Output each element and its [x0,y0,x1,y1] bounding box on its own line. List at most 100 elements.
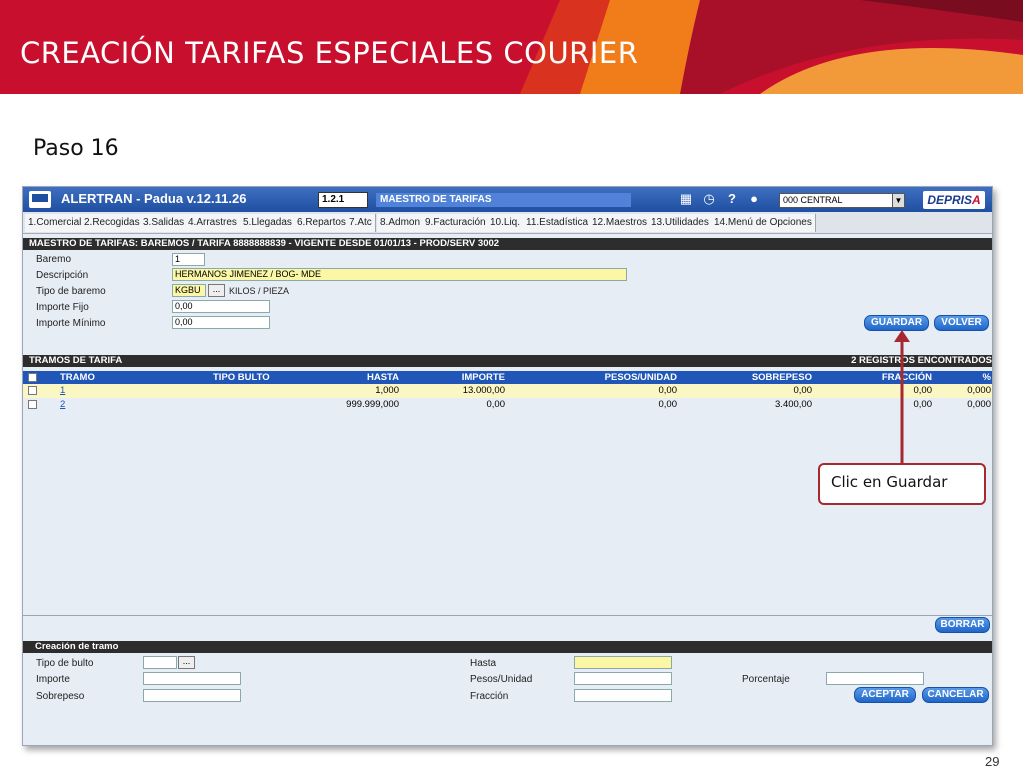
menu-item-menu-opciones[interactable]: 14.Menú de Opciones [711,214,816,232]
cell-importe: 13.000,00 [462,385,505,396]
col-hasta[interactable]: HASTA [323,371,399,384]
porcentaje-field[interactable] [826,672,924,685]
col-tipo-bulto[interactable]: TIPO BULTO [213,371,270,384]
tipo-baremo-lookup-button[interactable]: ... [208,284,225,297]
branch-select[interactable]: 000 CENTRAL ▼ [779,193,905,208]
menu-item-admon[interactable]: 8.Admon [377,214,425,232]
importe-fijo-field[interactable]: 0,00 [172,300,270,313]
help-icon[interactable]: ? [725,192,739,206]
row-checkbox[interactable] [28,386,37,395]
cell-pesos-unidad: 0,00 [658,399,678,410]
maestro-section-header: MAESTRO DE TARIFAS: BAREMOS / TARIFA 888… [23,238,992,250]
tramo-link[interactable]: 1 [60,384,65,398]
tramos-table-header: TRAMO TIPO BULTO HASTA IMPORTE PESOS/UNI… [23,371,992,384]
brand-logo-text: DEPRIS [927,193,972,207]
sobrepeso-label: Sobrepeso [36,691,85,702]
baremo-label: Baremo [36,254,72,265]
menu-item-facturacion[interactable]: 9.Facturación [422,214,490,232]
header-banner: CREACIÓN TARIFAS ESPECIALES COURIER [0,0,1023,94]
tramos-record-count: 2 REGISTROS ENCONTRADOS [851,355,992,366]
chevron-down-icon[interactable]: ▼ [892,194,904,207]
cell-sobrepeso: 0,00 [793,385,813,396]
tipo-baremo-label: Tipo de baremo [36,286,106,297]
importe-fijo-label: Importe Fijo [36,302,89,313]
select-all-checkbox[interactable] [28,373,37,382]
menu-item-recogidas[interactable]: 2.Recogidas [81,214,144,232]
menu-item-llegadas[interactable]: 5.Llegadas [240,214,296,232]
col-percent[interactable]: % [953,371,991,384]
cell-percent: 0,000 [967,399,991,410]
user-icon[interactable]: ● [747,192,761,206]
app-titlebar: ALERTRAN - Padua v.12.11.26 1.2.1 MAESTR… [23,187,992,212]
table-row[interactable]: 1 1,000 13.000,00 0,00 0,00 0,00 0,000 [23,384,992,398]
module-title: MAESTRO DE TARIFAS [376,193,631,207]
cancelar-button[interactable]: CANCELAR [922,687,989,703]
cell-fraccion: 0,00 [913,385,933,396]
tramos-title: TRAMOS DE TARIFA [29,355,123,366]
porcentaje-label: Porcentaje [742,674,790,685]
cell-sobrepeso: 3.400,00 [775,399,812,410]
menu-item-repartos[interactable]: 6.Repartos [294,214,350,232]
table-row[interactable]: 2 999.999,000 0,00 0,00 3.400,00 0,00 0,… [23,398,992,412]
divider [23,615,992,616]
main-menu: 1.Comercial 2.Recogidas 3.Salidas 4.Arra… [23,212,992,234]
hasta-field[interactable] [574,656,672,669]
clock-icon[interactable]: ◷ [702,192,716,206]
transaction-code-input[interactable]: 1.2.1 [318,192,368,208]
menu-item-arrastres[interactable]: 4.Arrastres [185,214,241,232]
app-icon [29,191,51,208]
descripcion-label: Descripción [36,270,89,281]
fraccion-label: Fracción [470,691,509,702]
cell-importe: 0,00 [486,399,506,410]
app-title: ALERTRAN - Padua v.12.11.26 [61,191,247,206]
guardar-button[interactable]: GUARDAR [864,315,929,331]
descripcion-field[interactable]: HERMANOS JIMENEZ / BOG- MDE [172,268,627,281]
borrar-button[interactable]: BORRAR [935,617,990,633]
brand-logo-accent: A [972,193,981,207]
fraccion-field[interactable] [574,689,672,702]
menu-item-liq[interactable]: 10.Liq. [487,214,525,232]
menu-item-comercial[interactable]: 1.Comercial [25,214,86,232]
menu-item-maestros[interactable]: 12.Maestros [589,214,652,232]
menu-item-atc[interactable]: 7.Atc [346,214,376,232]
importe-minimo-field[interactable]: 0,00 [172,316,270,329]
col-tramo[interactable]: TRAMO [60,371,95,384]
menu-item-salidas[interactable]: 3.Salidas [140,214,189,232]
creacion-section-header: Creación de tramo [23,641,992,653]
tipo-baremo-description: KILOS / PIEZA [229,286,290,296]
row-checkbox[interactable] [28,400,37,409]
menu-item-estadistica[interactable]: 11.Estadística [523,214,593,232]
menu-item-utilidades[interactable]: 13.Utilidades [648,214,713,232]
callout-box: Clic en Guardar [818,463,986,505]
page-number: 29 [985,754,1000,769]
cell-hasta: 1,000 [375,385,399,396]
tipo-bulto-label: Tipo de bulto [36,658,94,669]
col-pesos-unidad[interactable]: PESOS/UNIDAD [563,371,677,384]
tramos-section-header: TRAMOS DE TARIFA 2 REGISTROS ENCONTRADOS [23,355,992,367]
brand-logo: DEPRISA [923,191,985,209]
importe-field[interactable] [143,672,241,685]
col-fraccion[interactable]: FRACCIÓN [843,371,932,384]
tipo-bulto-lookup-button[interactable]: ... [178,656,195,669]
tipo-baremo-field[interactable]: KGBU [172,284,206,297]
hasta-label: Hasta [470,658,497,669]
sobrepeso-field[interactable] [143,689,241,702]
aceptar-button[interactable]: ACEPTAR [854,687,916,703]
tramo-link[interactable]: 2 [60,398,65,412]
importe-minimo-label: Importe Mínimo [36,318,106,329]
calendar-icon[interactable]: ▦ [679,192,693,206]
pesos-unidad-field[interactable] [574,672,672,685]
importe-label: Importe [36,674,70,685]
tipo-bulto-field[interactable] [143,656,177,669]
slide: CREACIÓN TARIFAS ESPECIALES COURIER Paso… [0,0,1023,783]
col-sobrepeso[interactable]: SOBREPESO [723,371,812,384]
col-importe[interactable]: IMPORTE [423,371,505,384]
slide-title: CREACIÓN TARIFAS ESPECIALES COURIER [20,36,639,70]
step-label: Paso 16 [33,136,119,161]
cell-fraccion: 0,00 [913,399,933,410]
cell-hasta: 999.999,000 [346,399,399,410]
branch-select-value: 000 CENTRAL [783,195,843,205]
cell-percent: 0,000 [967,385,991,396]
volver-button[interactable]: VOLVER [934,315,989,331]
baremo-field[interactable]: 1 [172,253,205,266]
